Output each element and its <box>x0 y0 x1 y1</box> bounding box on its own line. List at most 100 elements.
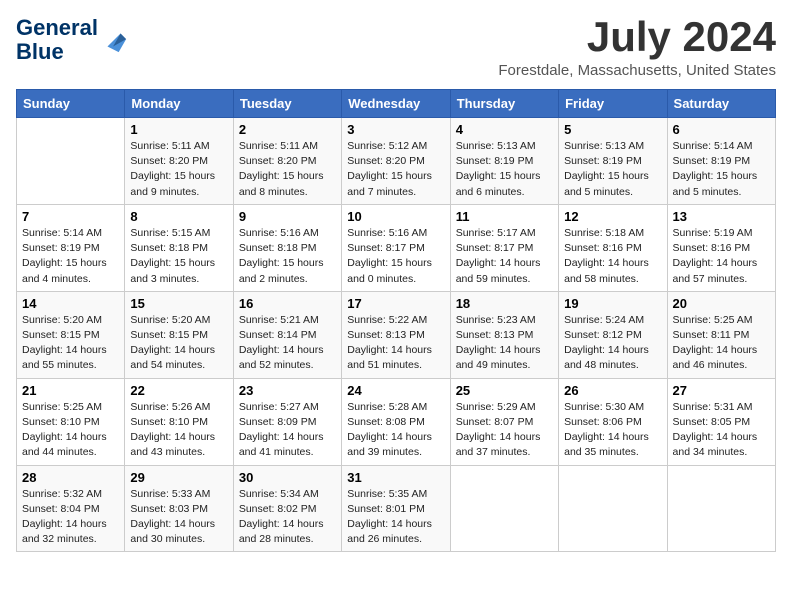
logo-text: General Blue <box>16 16 98 64</box>
day-number: 17 <box>347 296 444 311</box>
calendar-cell <box>559 465 667 552</box>
weekday-header-tuesday: Tuesday <box>233 90 341 118</box>
logo-line1: General <box>16 15 98 40</box>
calendar-cell: 24Sunrise: 5:28 AM Sunset: 8:08 PM Dayli… <box>342 378 450 465</box>
day-info: Sunrise: 5:25 AM Sunset: 8:10 PM Dayligh… <box>22 400 119 461</box>
logo: General Blue <box>16 16 128 64</box>
day-info: Sunrise: 5:20 AM Sunset: 8:15 PM Dayligh… <box>130 313 227 374</box>
day-number: 25 <box>456 383 553 398</box>
day-number: 4 <box>456 122 553 137</box>
day-info: Sunrise: 5:26 AM Sunset: 8:10 PM Dayligh… <box>130 400 227 461</box>
calendar-cell: 1 Sunrise: 5:11 AM Sunset: 8:20 PM Daylig… <box>125 118 233 205</box>
week-row-2: 7Sunrise: 5:14 AM Sunset: 8:19 PM Daylig… <box>17 204 776 291</box>
calendar-cell: 20 Sunrise: 5:25 AM Sunset: 8:11 PM Dayli… <box>667 291 775 378</box>
day-info: Sunrise: 5:12 AM Sunset: 8:20 PM Dayligh… <box>347 139 444 200</box>
day-number: 2 <box>239 122 336 137</box>
calendar-cell: 4Sunrise: 5:13 AM Sunset: 8:19 PM Daylig… <box>450 118 558 205</box>
day-info: Sunrise: 5:29 AM Sunset: 8:07 PM Dayligh… <box>456 400 553 461</box>
day-number: 23 <box>239 383 336 398</box>
day-info: Sunrise: 5:11 AM Sunset: 8:20 PM Dayligh… <box>130 139 227 200</box>
day-number: 9 <box>239 209 336 224</box>
day-number: 20 <box>673 296 770 311</box>
day-number: 27 <box>673 383 770 398</box>
day-number: 29 <box>130 470 227 485</box>
day-info: Sunrise: 5:27 AM Sunset: 8:09 PM Dayligh… <box>239 400 336 461</box>
day-number: 7 <box>22 209 119 224</box>
calendar-cell: 30 Sunrise: 5:34 AM Sunset: 8:02 PM Dayli… <box>233 465 341 552</box>
weekday-header-row: SundayMondayTuesdayWednesdayThursdayFrid… <box>17 90 776 118</box>
day-info: Sunrise: 5:33 AM Sunset: 8:03 PM Dayligh… <box>130 487 227 548</box>
day-number: 30 <box>239 470 336 485</box>
week-row-3: 14 Sunrise: 5:20 AM Sunset: 8:15 PM Dayli… <box>17 291 776 378</box>
day-number: 26 <box>564 383 661 398</box>
day-info: Sunrise: 5:13 AM Sunset: 8:19 PM Dayligh… <box>564 139 661 200</box>
day-info: Sunrise: 5:18 AM Sunset: 8:16 PM Dayligh… <box>564 226 661 287</box>
day-number: 6 <box>673 122 770 137</box>
day-info: Sunrise: 5:11 AM Sunset: 8:20 PM Dayligh… <box>239 139 336 200</box>
day-info: Sunrise: 5:23 AM Sunset: 8:13 PM Dayligh… <box>456 313 553 374</box>
day-info: Sunrise: 5:28 AM Sunset: 8:08 PM Dayligh… <box>347 400 444 461</box>
calendar-cell: 17 Sunrise: 5:22 AM Sunset: 8:13 PM Dayli… <box>342 291 450 378</box>
calendar-cell: 29 Sunrise: 5:33 AM Sunset: 8:03 PM Dayli… <box>125 465 233 552</box>
weekday-header-thursday: Thursday <box>450 90 558 118</box>
calendar-cell: 23 Sunrise: 5:27 AM Sunset: 8:09 PM Dayli… <box>233 378 341 465</box>
calendar-cell: 22 Sunrise: 5:26 AM Sunset: 8:10 PM Dayli… <box>125 378 233 465</box>
day-info: Sunrise: 5:32 AM Sunset: 8:04 PM Dayligh… <box>22 487 119 548</box>
day-info: Sunrise: 5:24 AM Sunset: 8:12 PM Dayligh… <box>564 313 661 374</box>
calendar-cell: 25 Sunrise: 5:29 AM Sunset: 8:07 PM Dayli… <box>450 378 558 465</box>
calendar-cell: 9 Sunrise: 5:16 AM Sunset: 8:18 PM Daylig… <box>233 204 341 291</box>
week-row-5: 28 Sunrise: 5:32 AM Sunset: 8:04 PM Dayli… <box>17 465 776 552</box>
logo-line2: Blue <box>16 39 64 64</box>
calendar-cell: 13 Sunrise: 5:19 AM Sunset: 8:16 PM Dayli… <box>667 204 775 291</box>
day-number: 13 <box>673 209 770 224</box>
calendar-cell: 27 Sunrise: 5:31 AM Sunset: 8:05 PM Dayli… <box>667 378 775 465</box>
day-info: Sunrise: 5:16 AM Sunset: 8:18 PM Dayligh… <box>239 226 336 287</box>
day-number: 5 <box>564 122 661 137</box>
location: Forestdale, Massachusetts, United States <box>498 62 776 79</box>
day-info: Sunrise: 5:19 AM Sunset: 8:16 PM Dayligh… <box>673 226 770 287</box>
weekday-header-wednesday: Wednesday <box>342 90 450 118</box>
calendar-table: SundayMondayTuesdayWednesdayThursdayFrid… <box>16 89 776 552</box>
weekday-header-saturday: Saturday <box>667 90 775 118</box>
day-info: Sunrise: 5:31 AM Sunset: 8:05 PM Dayligh… <box>673 400 770 461</box>
day-info: Sunrise: 5:25 AM Sunset: 8:11 PM Dayligh… <box>673 313 770 374</box>
day-number: 28 <box>22 470 119 485</box>
day-info: Sunrise: 5:22 AM Sunset: 8:13 PM Dayligh… <box>347 313 444 374</box>
calendar-cell <box>17 118 125 205</box>
calendar-cell: 26 Sunrise: 5:30 AM Sunset: 8:06 PM Dayli… <box>559 378 667 465</box>
calendar-cell: 12 Sunrise: 5:18 AM Sunset: 8:16 PM Dayli… <box>559 204 667 291</box>
calendar-cell: 8 Sunrise: 5:15 AM Sunset: 8:18 PM Daylig… <box>125 204 233 291</box>
calendar-cell: 31Sunrise: 5:35 AM Sunset: 8:01 PM Dayli… <box>342 465 450 552</box>
day-info: Sunrise: 5:15 AM Sunset: 8:18 PM Dayligh… <box>130 226 227 287</box>
calendar-cell: 19 Sunrise: 5:24 AM Sunset: 8:12 PM Dayli… <box>559 291 667 378</box>
weekday-header-friday: Friday <box>559 90 667 118</box>
calendar-cell <box>667 465 775 552</box>
day-number: 19 <box>564 296 661 311</box>
calendar-cell: 7Sunrise: 5:14 AM Sunset: 8:19 PM Daylig… <box>17 204 125 291</box>
calendar-cell: 15Sunrise: 5:20 AM Sunset: 8:15 PM Dayli… <box>125 291 233 378</box>
day-number: 8 <box>130 209 227 224</box>
day-info: Sunrise: 5:21 AM Sunset: 8:14 PM Dayligh… <box>239 313 336 374</box>
week-row-4: 21Sunrise: 5:25 AM Sunset: 8:10 PM Dayli… <box>17 378 776 465</box>
calendar-cell <box>450 465 558 552</box>
day-number: 14 <box>22 296 119 311</box>
calendar-cell: 3 Sunrise: 5:12 AM Sunset: 8:20 PM Daylig… <box>342 118 450 205</box>
weekday-header-monday: Monday <box>125 90 233 118</box>
calendar-cell: 14Sunrise: 5:20 AM Sunset: 8:15 PM Dayli… <box>17 291 125 378</box>
calendar-cell: 6 Sunrise: 5:14 AM Sunset: 8:19 PM Daylig… <box>667 118 775 205</box>
day-info: Sunrise: 5:34 AM Sunset: 8:02 PM Dayligh… <box>239 487 336 548</box>
day-number: 12 <box>564 209 661 224</box>
title-block: July 2024 Forestdale, Massachusetts, Uni… <box>498 16 776 79</box>
logo-icon <box>100 26 128 54</box>
day-number: 18 <box>456 296 553 311</box>
day-number: 1 <box>130 122 227 137</box>
calendar-cell: 16Sunrise: 5:21 AM Sunset: 8:14 PM Dayli… <box>233 291 341 378</box>
day-info: Sunrise: 5:17 AM Sunset: 8:17 PM Dayligh… <box>456 226 553 287</box>
calendar-cell: 2 Sunrise: 5:11 AM Sunset: 8:20 PM Daylig… <box>233 118 341 205</box>
day-info: Sunrise: 5:30 AM Sunset: 8:06 PM Dayligh… <box>564 400 661 461</box>
day-info: Sunrise: 5:14 AM Sunset: 8:19 PM Dayligh… <box>673 139 770 200</box>
day-info: Sunrise: 5:35 AM Sunset: 8:01 PM Dayligh… <box>347 487 444 548</box>
day-number: 10 <box>347 209 444 224</box>
day-number: 22 <box>130 383 227 398</box>
day-number: 3 <box>347 122 444 137</box>
